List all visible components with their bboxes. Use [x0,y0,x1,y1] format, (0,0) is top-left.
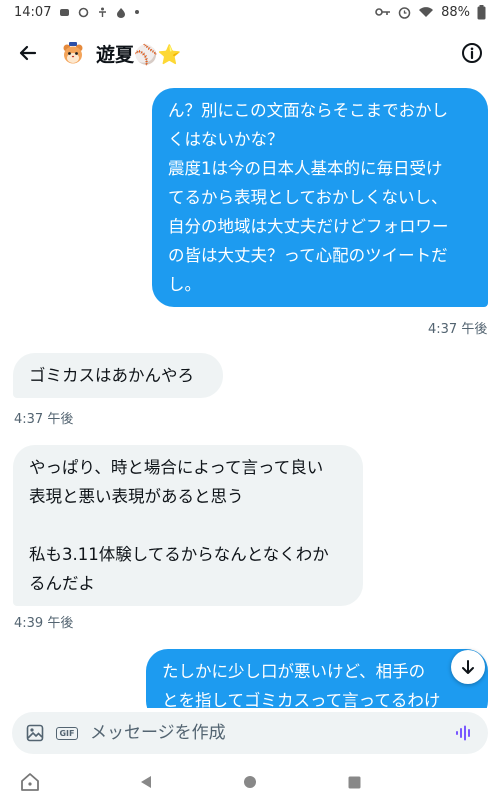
message-received[interactable]: ゴミカスはあかんやろ [13,353,223,398]
media-button[interactable] [24,722,46,744]
system-navigation-bar [0,762,500,800]
conversation-title[interactable]: 遊夏⚾⭐ [96,40,181,67]
back-button[interactable] [14,39,42,67]
message-input[interactable] [90,723,452,743]
circle-home-icon [244,776,256,788]
wifi-icon [418,6,434,18]
message-timestamp: 4:39 午後 [14,616,74,631]
battery-percent: 88% [441,4,470,20]
message-list[interactable]: ん？別にこの文面ならそこまでおかし くはないかな？ 震度1は今の日本人基本的に毎… [0,78,500,708]
vpn-key-icon [375,7,391,17]
scroll-to-bottom-button[interactable] [451,650,485,684]
triangle-back-icon [141,776,151,788]
image-icon [26,724,44,742]
message-bubble[interactable]: ん？別にこの文面ならそこまでおかし くはないかな？ 震度1は今の日本人基本的に毎… [152,88,488,307]
arrow-down-icon [462,660,474,674]
gif-button[interactable]: GIF [56,722,78,744]
avatar[interactable] [60,40,86,66]
voice-waveform-icon [456,725,470,741]
nav-recents-button[interactable] [342,770,366,794]
square-recents-icon [348,776,360,788]
message-timestamp: 4:37 午後 [14,412,74,427]
gif-icon: GIF [56,726,78,740]
message-bubble[interactable]: やっぱり、時と場合によって言って良い 表現と悪い表現があると思う 私も3.11体… [13,445,363,606]
status-bar: 14:07 88% [0,0,500,24]
status-time: 14:07 [14,4,52,20]
accessibility-icon [97,7,108,18]
tv-home-button[interactable] [18,770,42,794]
battery-icon [477,4,486,20]
message-received[interactable]: やっぱり、時と場合によって言って良い 表現と悪い表現があると思う 私も3.11体… [13,445,363,606]
notification-icon-2 [78,7,89,18]
nav-back-button[interactable] [134,770,158,794]
notification-icon [59,7,70,18]
alarm-icon [398,6,411,19]
message-sent[interactable]: たしかに少し口が悪いけど、相手の とを指してゴミカスって言ってるわけ [146,649,488,708]
conversation-info-button[interactable] [458,39,486,67]
flame-icon [116,7,126,18]
message-composer: GIF [12,712,488,754]
tv-house-icon [21,773,39,791]
message-sent[interactable]: ん？別にこの文面ならそこまでおかし くはないかな？ 震度1は今の日本人基本的に毎… [152,88,488,307]
hamster-avatar-icon [63,42,83,64]
message-bubble[interactable]: ゴミカスはあかんやろ [13,353,223,398]
message-timestamp: 4:37 午後 [428,322,488,337]
voice-message-button[interactable] [452,721,476,745]
conversation-header: 遊夏⚾⭐ [0,30,500,76]
more-notifications-dot [134,9,140,15]
arrow-left-icon [19,45,37,61]
nav-home-button[interactable] [238,770,262,794]
info-icon [462,43,482,63]
message-bubble[interactable]: たしかに少し口が悪いけど、相手の とを指してゴミカスって言ってるわけ [146,649,488,708]
